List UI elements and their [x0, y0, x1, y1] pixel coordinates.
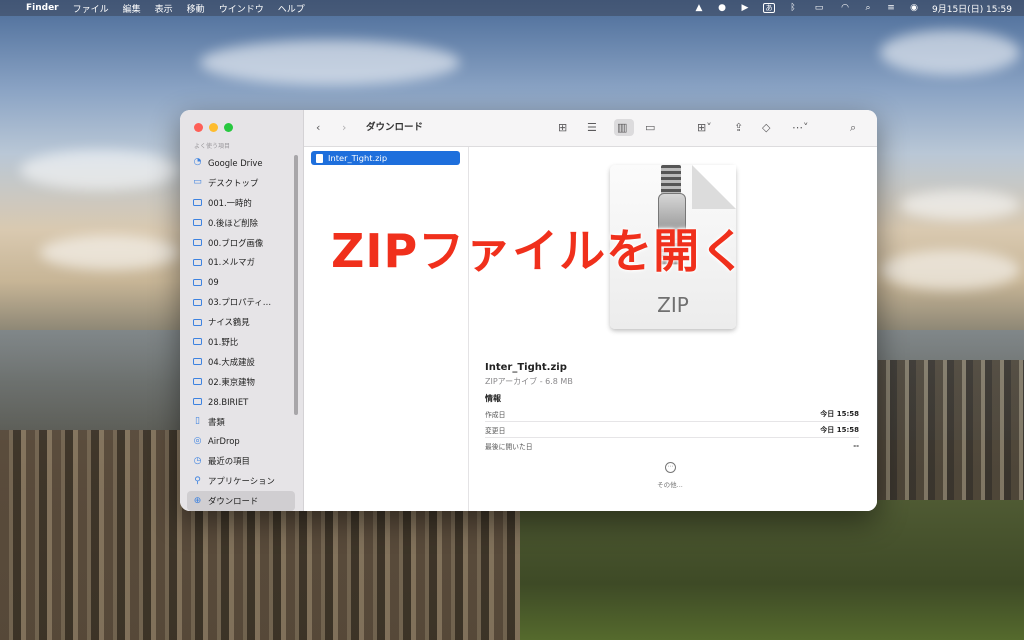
airdrop-icon: ◎	[193, 435, 202, 446]
sidebar-item-folder-001[interactable]: 001.一時的	[187, 193, 295, 213]
sidebar-section-favorites: よく使う項目	[194, 143, 231, 150]
applications-icon: ⚲	[194, 475, 201, 486]
share-icon[interactable]: ⇪	[734, 120, 743, 136]
sidebar-item-folder-02[interactable]: 02.東京建物	[187, 372, 295, 392]
google-drive-icon: ◔	[193, 157, 202, 168]
menu-file[interactable]: ファイル	[73, 2, 109, 15]
sidebar: よく使う項目 ◔ Google Drive ▭ デスクトップ 001.一時的 0.後…	[180, 110, 304, 511]
sidebar-item-google-drive[interactable]: ◔ Google Drive	[187, 153, 295, 173]
play-icon[interactable]: ▶	[740, 3, 750, 13]
menu-go[interactable]: 移動	[187, 2, 205, 15]
line-icon[interactable]: ●	[717, 3, 727, 13]
sidebar-item-folder-03[interactable]: 03.プロパティ…	[187, 292, 295, 312]
folder-icon	[193, 219, 202, 227]
document-icon: ▯	[195, 416, 200, 427]
close-button[interactable]	[194, 123, 203, 132]
sidebar-item-folder-01-mailmag[interactable]: 01.メルマガ	[187, 252, 295, 272]
folder-icon	[193, 298, 202, 306]
column-view-icon[interactable]: ▥	[617, 120, 627, 136]
folder-icon	[193, 318, 202, 326]
clock-icon: ◷	[193, 455, 202, 466]
finder-window: よく使う項目 ◔ Google Drive ▭ デスクトップ 001.一時的 0.後…	[180, 110, 877, 511]
folder-icon	[193, 358, 202, 366]
file-column: Inter_Tight.zip	[304, 147, 469, 511]
menu-help[interactable]: ヘルプ	[278, 2, 305, 15]
download-icon: ⊕	[193, 495, 202, 506]
search-icon[interactable]: ⌕	[863, 3, 873, 13]
drive-icon[interactable]: ▲	[694, 3, 704, 13]
folder-icon	[193, 338, 202, 346]
menu-edit[interactable]: 編集	[123, 2, 141, 15]
folder-icon	[193, 199, 202, 207]
preview-file-kind: ZIPアーカイブ - 6.8 MB	[485, 377, 573, 386]
bluetooth-icon[interactable]: ᛒ	[788, 3, 798, 13]
toolbar: ‹ › ダウンロード ⊞ ☰ ▥ ▭ ⊞˅ ⇪ ◇ ⋯˅ ⌕	[304, 110, 877, 147]
minimize-button[interactable]	[209, 123, 218, 132]
file-name: Inter_Tight.zip	[328, 153, 388, 163]
sidebar-item-downloads[interactable]: ⊕ ダウンロード	[187, 491, 295, 511]
forward-button[interactable]: ›	[342, 120, 346, 136]
menu-view[interactable]: 表示	[155, 2, 173, 15]
sidebar-item-folder-00[interactable]: 00.ブログ画像	[187, 233, 295, 253]
control-center-icon[interactable]: ≡	[886, 3, 896, 13]
sidebar-item-airdrop[interactable]: ◎ AirDrop	[187, 431, 295, 451]
gallery-view-icon[interactable]: ▭	[645, 120, 655, 136]
tag-icon[interactable]: ◇	[762, 120, 770, 136]
app-menu-finder[interactable]: Finder	[26, 3, 59, 13]
sidebar-item-folder-0[interactable]: 0.後ほど削除	[187, 213, 295, 233]
folder-icon	[193, 378, 202, 386]
more-icon[interactable]: ⋯	[665, 462, 676, 473]
sidebar-item-folder-04[interactable]: 04.大成建設	[187, 352, 295, 372]
sidebar-list: ◔ Google Drive ▭ デスクトップ 001.一時的 0.後ほど削除 00…	[187, 153, 295, 511]
folder-icon	[193, 239, 202, 246]
group-icon[interactable]: ⊞˅	[697, 120, 712, 136]
info-row-created: 作成日 今日 15:58	[485, 406, 859, 422]
folder-icon	[193, 278, 202, 286]
file-row-selected[interactable]: Inter_Tight.zip	[311, 151, 460, 165]
wifi-icon[interactable]: ◠	[840, 3, 850, 13]
info-row-last-opened: 最後に開いた日 --	[485, 441, 859, 451]
zip-icon-label: ZIP	[657, 293, 689, 317]
sidebar-scrollbar[interactable]	[294, 155, 298, 415]
sidebar-item-documents[interactable]: ▯ 書類	[187, 412, 295, 432]
zoom-button[interactable]	[224, 123, 233, 132]
preview-info-heading: 情報	[485, 394, 501, 403]
desktop-icon: ▭	[193, 177, 202, 188]
overlay-caption: ZIPファイルを開く	[331, 224, 748, 278]
sidebar-item-recents[interactable]: ◷ 最近の項目	[187, 451, 295, 471]
menu-window[interactable]: ウインドウ	[219, 2, 264, 15]
battery-icon[interactable]: ▭	[811, 3, 827, 13]
sidebar-item-applications[interactable]: ⚲ アプリケーション	[187, 471, 295, 491]
more-actions-icon[interactable]: ⋯˅	[792, 120, 809, 136]
input-method-icon[interactable]: あ	[763, 3, 775, 13]
icon-view-icon[interactable]: ⊞	[558, 120, 567, 136]
more-button[interactable]: その他...	[644, 479, 696, 489]
list-view-icon[interactable]: ☰	[587, 120, 597, 136]
menu-bar: Finder ファイル 編集 表示 移動 ウインドウ ヘルプ ▲ ● ▶ あ ᛒ…	[0, 0, 1024, 16]
info-row-modified: 変更日 今日 15:58	[485, 422, 859, 438]
siri-icon[interactable]: ◉	[909, 3, 919, 13]
window-controls	[194, 123, 233, 132]
menubar-clock[interactable]: 9月15日(日) 15:59	[932, 2, 1012, 15]
sidebar-item-folder-01-nobi[interactable]: 01.野比	[187, 332, 295, 352]
sidebar-item-desktop[interactable]: ▭ デスクトップ	[187, 173, 295, 193]
search-icon[interactable]: ⌕	[850, 120, 856, 136]
back-button[interactable]: ‹	[316, 120, 320, 136]
preview-file-name: Inter_Tight.zip	[485, 362, 567, 373]
window-title: ダウンロード	[366, 122, 424, 133]
zip-file-icon	[316, 153, 323, 163]
sidebar-item-folder-09[interactable]: 09	[187, 272, 295, 292]
preview-pane: ZIP Inter_Tight.zip ZIPアーカイブ - 6.8 MB 情報…	[469, 147, 877, 511]
folder-icon	[193, 398, 202, 406]
sidebar-item-folder-28[interactable]: 28.BIRIET	[187, 392, 295, 412]
sidebar-item-folder-nice[interactable]: ナイス鶴見	[187, 312, 295, 332]
folder-icon	[193, 258, 202, 266]
